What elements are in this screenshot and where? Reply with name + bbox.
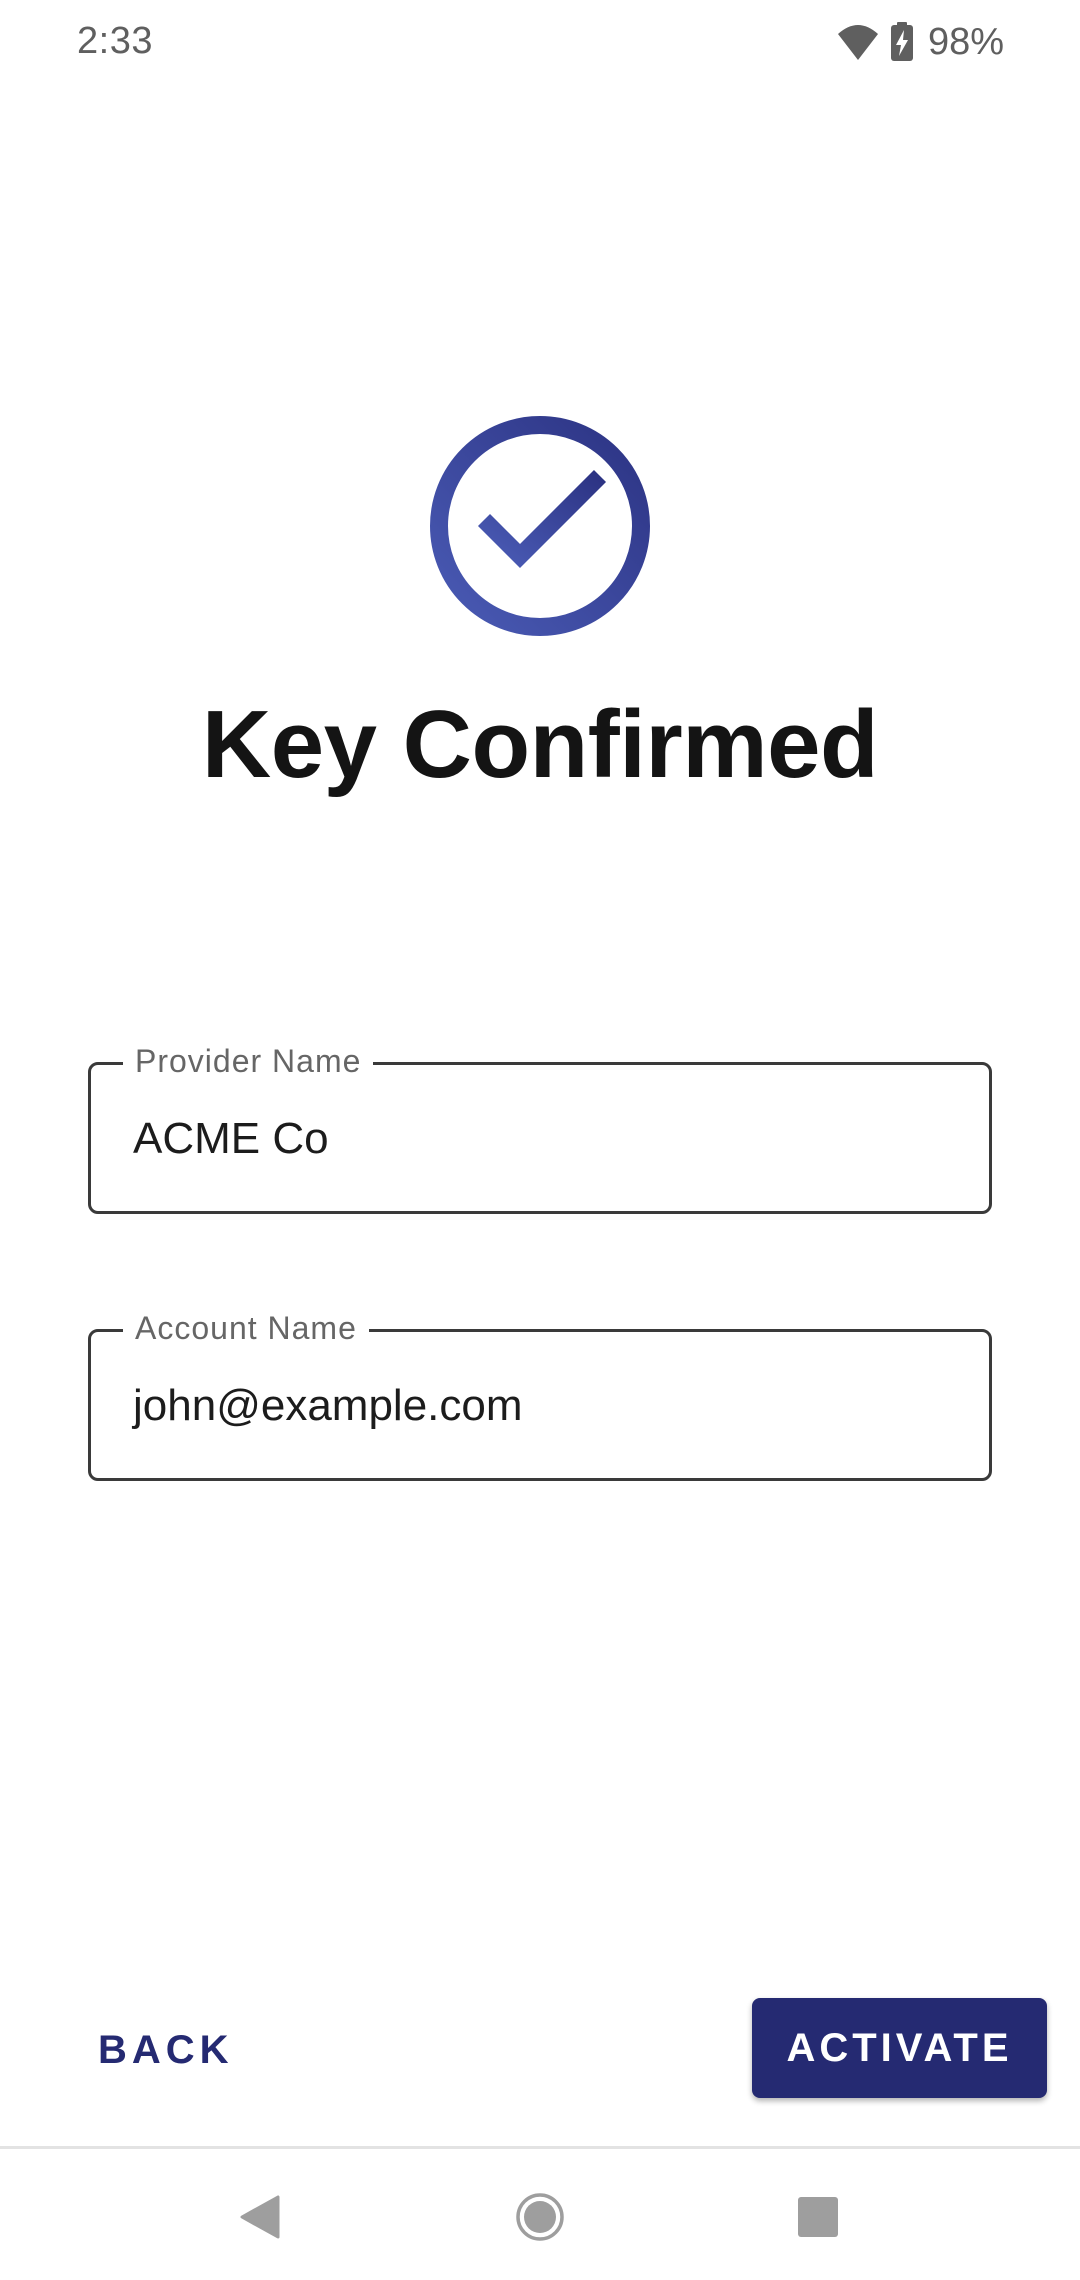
account-name-field[interactable]: Account Name john@example.com <box>88 1306 992 1481</box>
provider-name-label: Provider Name <box>123 1039 374 1083</box>
navigation-bar <box>0 2149 1080 2280</box>
nav-home-icon <box>516 2193 564 2241</box>
activate-button[interactable]: ACTIVATE <box>752 1998 1047 2098</box>
nav-recents-button[interactable] <box>788 2187 848 2247</box>
account-name-input[interactable]: john@example.com <box>133 1376 959 1436</box>
battery-percent: 98% <box>927 20 1004 63</box>
page-title: Key Confirmed <box>201 691 879 798</box>
account-name-label: Account Name <box>123 1306 369 1350</box>
provider-name-input[interactable]: ACME Co <box>133 1109 959 1169</box>
status-icons: 98% <box>836 18 1004 66</box>
wifi-icon <box>837 25 878 60</box>
back-button[interactable]: BACK <box>70 1998 262 2102</box>
nav-recents-icon <box>798 2197 838 2237</box>
battery-charging-icon <box>890 22 913 61</box>
nav-home-button[interactable] <box>510 2187 570 2247</box>
status-time: 2:33 <box>77 20 153 62</box>
provider-name-field[interactable]: Provider Name ACME Co <box>88 1039 992 1214</box>
check-circle-icon <box>430 416 650 636</box>
status-bar: 2:33 98% <box>0 0 1080 88</box>
nav-back-button[interactable] <box>230 2187 290 2247</box>
nav-back-icon <box>240 2195 280 2239</box>
